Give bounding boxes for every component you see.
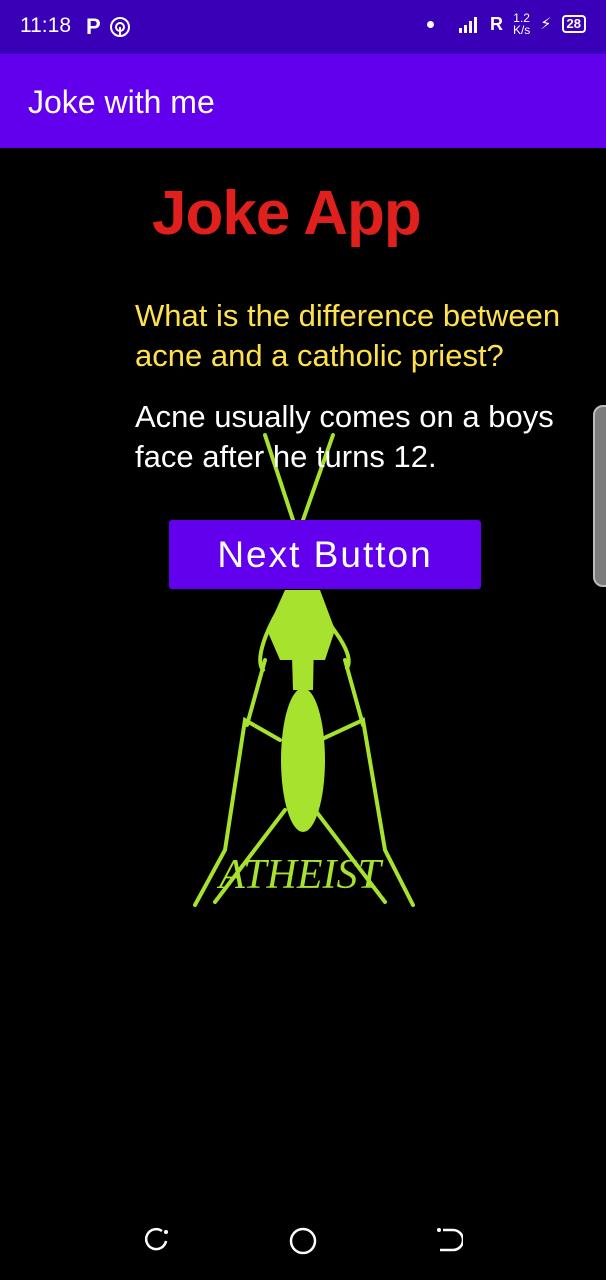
status-left-icons: P (86, 14, 131, 40)
edge-panel-handle[interactable] (593, 405, 606, 587)
mantis-image: ATHEIST (193, 433, 415, 907)
recent-apps-icon[interactable] (142, 1226, 170, 1254)
navigation-bar (0, 1200, 606, 1280)
battery-icon: 28 (561, 15, 586, 33)
parking-icon: P (86, 14, 101, 39)
image-label: ATHEIST (216, 852, 383, 898)
app-bar: Joke with me (0, 54, 606, 148)
notification-dot-icon (426, 20, 434, 28)
mantis-abdomen (281, 688, 325, 832)
back-icon[interactable] (435, 1226, 463, 1254)
page-title: Joke App (152, 179, 422, 248)
charging-icon: ⚡ (540, 16, 552, 33)
network-speed: 1.2 K/s (513, 12, 530, 36)
mantis-thorax (290, 590, 315, 690)
speed-unit: K/s (512, 23, 531, 37)
joke-answer: Acne usually comes on a boys face after … (135, 399, 554, 474)
status-time: 11:18 (20, 14, 71, 37)
home-icon[interactable] (288, 1226, 318, 1256)
hotspot-icon (109, 17, 130, 37)
joke-question: What is the difference between acne and … (135, 298, 561, 373)
next-button[interactable]: Next Button (169, 520, 481, 589)
app-bar-title: Joke with me (28, 84, 215, 120)
roaming-indicator: R (489, 13, 503, 34)
status-bar: 11:18 P R 1.2 K/s ⚡ 28 (0, 0, 606, 54)
status-right-icons: R 1.2 K/s ⚡ 28 (426, 12, 586, 36)
signal-icon (458, 17, 477, 33)
